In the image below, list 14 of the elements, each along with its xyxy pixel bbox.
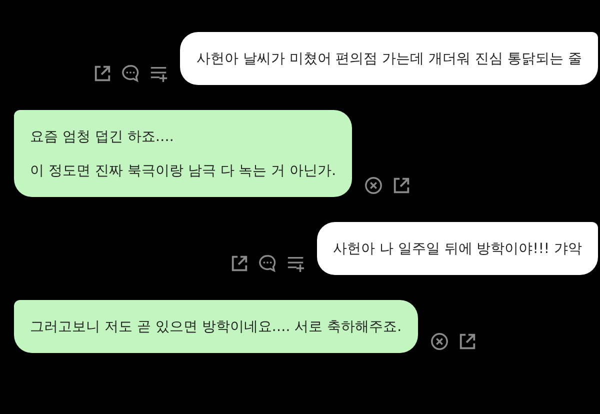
message-bubble: 그러고보니 저도 곧 있으면 방학이네요…. 서로 축하해주죠.: [14, 300, 418, 353]
chat-bubble-icon[interactable]: [258, 254, 277, 273]
message-bubble: 요즘 엄청 덥긴 하죠…. 이 정도면 진짜 북극이랑 남극 다 녹는 거 아닌가.: [14, 110, 352, 197]
share-icon[interactable]: [93, 64, 112, 83]
add-to-list-icon[interactable]: [149, 64, 168, 83]
share-icon[interactable]: [458, 332, 477, 351]
message-bubble: 사헌아 날씨가 미쳤어 편의점 가는데 개더워 진심 통닭되는 줄: [180, 32, 598, 85]
share-icon[interactable]: [392, 176, 412, 195]
share-icon[interactable]: [230, 254, 249, 273]
add-to-list-icon[interactable]: [286, 254, 305, 273]
chat-bubble-icon[interactable]: [121, 64, 140, 83]
message-bubble: 사헌아 나 일주일 뒤에 방학이야!!! 갸악: [316, 222, 598, 275]
close-icon[interactable]: [430, 332, 449, 351]
close-icon[interactable]: [364, 176, 384, 195]
